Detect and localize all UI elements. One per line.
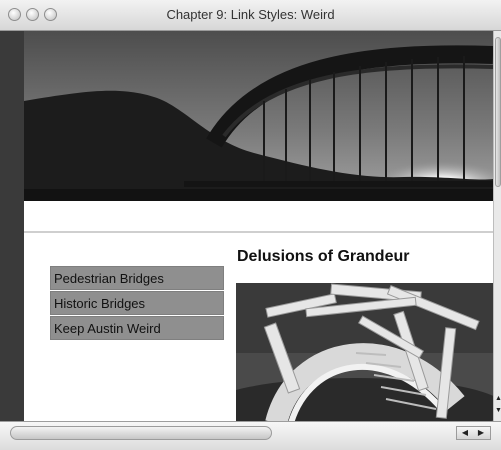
banner-image [24,31,493,201]
sculpture-photo [236,283,493,423]
horizontal-scroll-thumb[interactable] [10,426,272,440]
nav-link-keep-austin-weird[interactable]: Keep Austin Weird [50,316,224,340]
window-title-bar: Chapter 9: Link Styles: Weird [0,0,501,31]
nav-link-historic-bridges[interactable]: Historic Bridges [50,291,224,315]
horizontal-scrollbar[interactable]: ◀ ▶ [0,421,501,450]
window-title: Chapter 9: Link Styles: Weird [166,7,335,22]
nav-link-pedestrian-bridges[interactable]: Pedestrian Bridges [50,266,224,290]
vertical-scroll-thumb[interactable] [495,37,501,187]
horizontal-scroll-buttons: ◀ ▶ [456,426,491,440]
page-heading: Delusions of Grandeur [237,248,410,265]
sidebar-nav: Pedestrian Bridges Historic Bridges Keep… [50,266,224,341]
scroll-down-icon[interactable]: ▼ [495,407,501,415]
window-frame-left [0,31,24,421]
header-divider [24,231,493,233]
vertical-scrollbar[interactable]: ▲ ▼ [493,31,501,421]
scroll-up-icon[interactable]: ▲ [495,395,501,403]
scroll-left-icon[interactable]: ◀ [457,427,473,439]
scroll-right-icon[interactable]: ▶ [473,427,489,439]
